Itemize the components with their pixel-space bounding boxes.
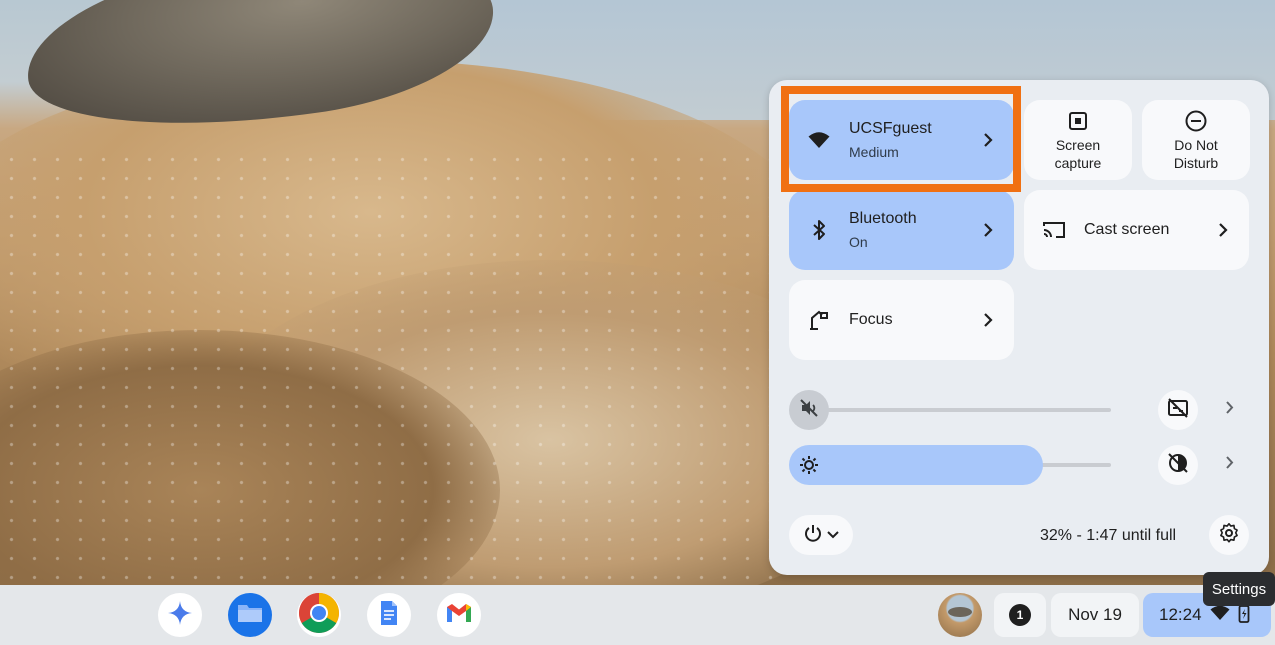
settings-tooltip: Settings	[1203, 572, 1275, 606]
quick-settings-panel: UCSFguest Medium Screen capture Do Not D…	[769, 80, 1269, 575]
bluetooth-status: On	[849, 234, 868, 250]
cast-screen-label: Cast screen	[1084, 221, 1170, 238]
live-caption-button[interactable]	[1158, 390, 1198, 430]
focus-label: Focus	[849, 311, 893, 328]
shelf: 1 Nov 19 12:24	[0, 585, 1275, 645]
clock-time: 12:24	[1159, 605, 1202, 624]
focus-tile[interactable]: Focus	[789, 280, 1014, 360]
settings-button[interactable]	[1209, 515, 1249, 555]
night-light-off-icon	[1167, 452, 1189, 479]
avatar[interactable]	[938, 593, 982, 637]
captions-off-icon	[1167, 397, 1189, 423]
screen-capture-button[interactable]: Screen capture	[1024, 100, 1132, 180]
dnd-label-1: Do Not	[1174, 137, 1218, 153]
screen-capture-label-1: Screen	[1055, 137, 1101, 153]
bluetooth-title: Bluetooth	[849, 210, 917, 227]
display-settings-arrow[interactable]	[1217, 453, 1241, 477]
night-light-button[interactable]	[1158, 445, 1198, 485]
focus-lamp-icon	[807, 308, 831, 332]
date-tray[interactable]: Nov 19	[1051, 593, 1139, 637]
chrome-icon	[298, 592, 340, 639]
battery-charging-icon	[1238, 603, 1250, 628]
notification-count-badge: 1	[1009, 604, 1031, 626]
volume-mute-button[interactable]	[789, 390, 829, 430]
bluetooth-tile[interactable]: Bluetooth On	[789, 190, 1014, 270]
do-not-disturb-icon	[1185, 110, 1207, 132]
chevron-right-icon	[976, 308, 1000, 332]
gmail-icon	[445, 602, 473, 629]
chevron-right-icon	[1225, 401, 1234, 419]
wifi-icon	[807, 128, 831, 152]
battery-status-text: 32% - 1:47 until full	[1040, 527, 1177, 544]
gemini-app[interactable]	[158, 593, 202, 637]
notification-counter[interactable]: 1	[994, 593, 1046, 637]
chevron-down-icon	[827, 526, 839, 544]
chevron-right-icon	[1225, 456, 1234, 474]
chevron-right-icon	[1211, 218, 1235, 242]
do-not-disturb-button[interactable]: Do Not Disturb	[1142, 100, 1250, 180]
brightness-icon	[799, 455, 819, 475]
network-name: UCSFguest	[849, 120, 932, 137]
gemini-icon	[167, 600, 193, 631]
chevron-right-icon	[976, 218, 1000, 242]
wifi-icon	[1210, 605, 1230, 626]
cast-screen-tile[interactable]: Cast screen	[1024, 190, 1249, 270]
volume-slider[interactable]	[809, 408, 1111, 412]
files-icon	[236, 602, 264, 629]
chrome-app[interactable]	[297, 592, 341, 639]
network-tile[interactable]: UCSFguest Medium	[789, 100, 1014, 180]
bluetooth-icon	[807, 218, 831, 242]
screen-capture-icon	[1067, 110, 1089, 132]
docs-icon	[379, 600, 399, 631]
cast-icon	[1042, 218, 1066, 242]
power-menu-button[interactable]	[789, 515, 853, 555]
dnd-label-2: Disturb	[1173, 155, 1219, 171]
network-strength: Medium	[849, 144, 899, 160]
brightness-slider[interactable]	[789, 445, 1043, 485]
gmail-app[interactable]	[437, 593, 481, 637]
volume-muted-icon	[799, 398, 819, 423]
audio-settings-arrow[interactable]	[1217, 398, 1241, 422]
chevron-right-icon	[976, 128, 1000, 152]
wallpaper-flowers	[0, 150, 780, 585]
files-app[interactable]	[228, 593, 272, 637]
screen-capture-label-2: capture	[1054, 155, 1102, 171]
gear-icon	[1218, 522, 1240, 549]
power-icon	[803, 523, 823, 548]
docs-app[interactable]	[367, 593, 411, 637]
